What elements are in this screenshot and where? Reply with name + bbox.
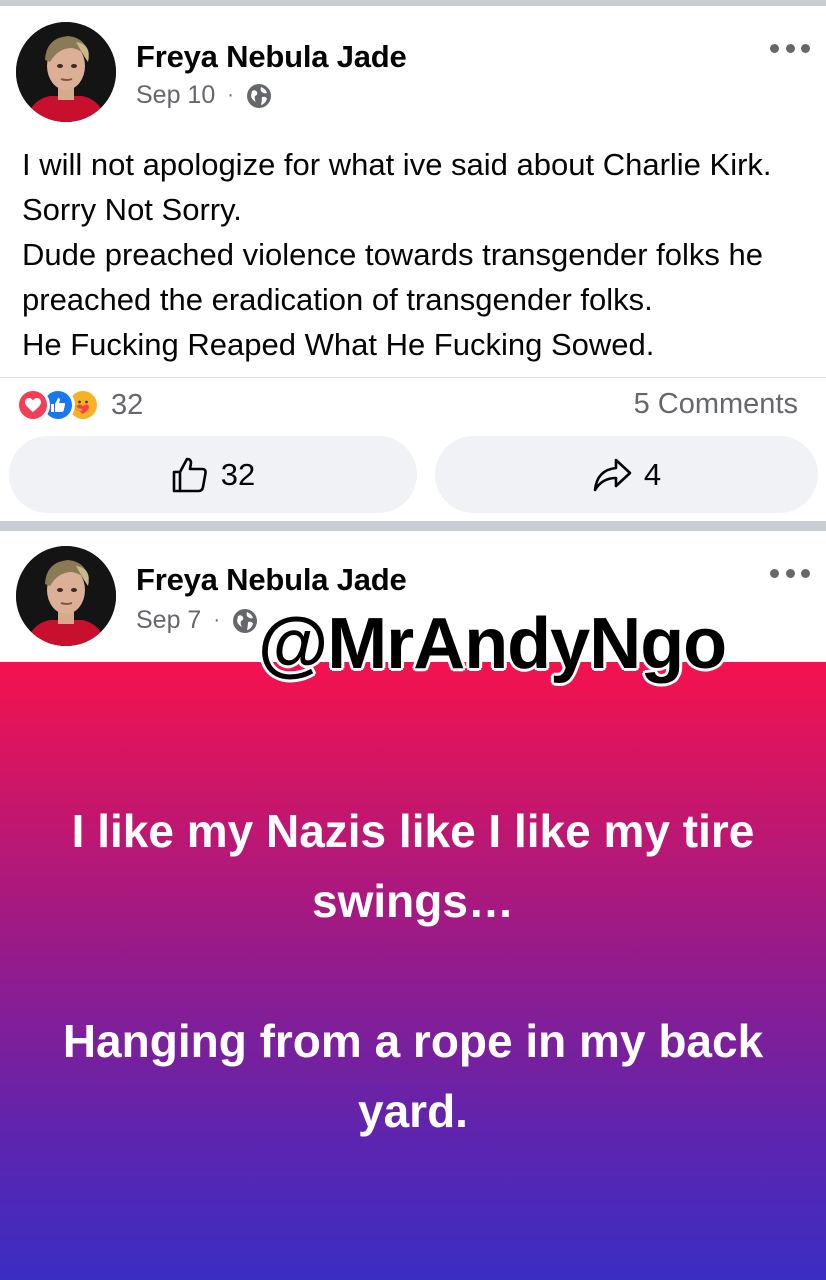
share-arrow-icon xyxy=(593,458,632,491)
watermark: @MrAndyNgo xyxy=(258,604,727,684)
post-meta: Sep 7 · xyxy=(136,606,258,635)
background-text-post: I like my Nazis like I like my tire swin… xyxy=(0,662,826,1280)
more-options-icon[interactable] xyxy=(770,38,810,58)
avatar[interactable] xyxy=(16,22,116,122)
like-button[interactable]: 32 xyxy=(9,436,417,513)
avatar[interactable] xyxy=(16,546,116,646)
post-text: I will not apologize for what ive said a… xyxy=(22,147,772,362)
post-author[interactable]: Freya Nebula Jade xyxy=(136,562,407,598)
post-separator xyxy=(0,521,826,531)
reactions-summary[interactable]: 32 xyxy=(16,388,143,422)
share-count: 4 xyxy=(643,456,662,492)
post-date[interactable]: Sep 7 xyxy=(136,606,201,635)
post-date[interactable]: Sep 10 xyxy=(136,81,215,110)
globe-icon xyxy=(232,608,258,634)
meta-separator: · xyxy=(213,609,221,631)
meta-separator: · xyxy=(227,84,234,106)
comments-count-link[interactable]: 5 Comments xyxy=(634,388,798,421)
globe-icon xyxy=(246,83,272,109)
stats-divider xyxy=(0,377,826,378)
post-card: Freya Nebula Jade Sep 10 · I will not ap… xyxy=(0,6,826,521)
like-count: 32 xyxy=(220,456,256,492)
reaction-count: 32 xyxy=(111,388,144,421)
love-reaction-icon xyxy=(16,388,50,422)
background-post-text: I like my Nazis like I like my tire swin… xyxy=(62,805,764,1137)
more-options-icon[interactable] xyxy=(770,563,810,583)
post-author[interactable]: Freya Nebula Jade xyxy=(136,39,407,75)
post-meta: Sep 10 · xyxy=(136,81,272,110)
thumbs-up-icon xyxy=(172,457,207,492)
share-button[interactable]: 4 xyxy=(435,436,818,513)
